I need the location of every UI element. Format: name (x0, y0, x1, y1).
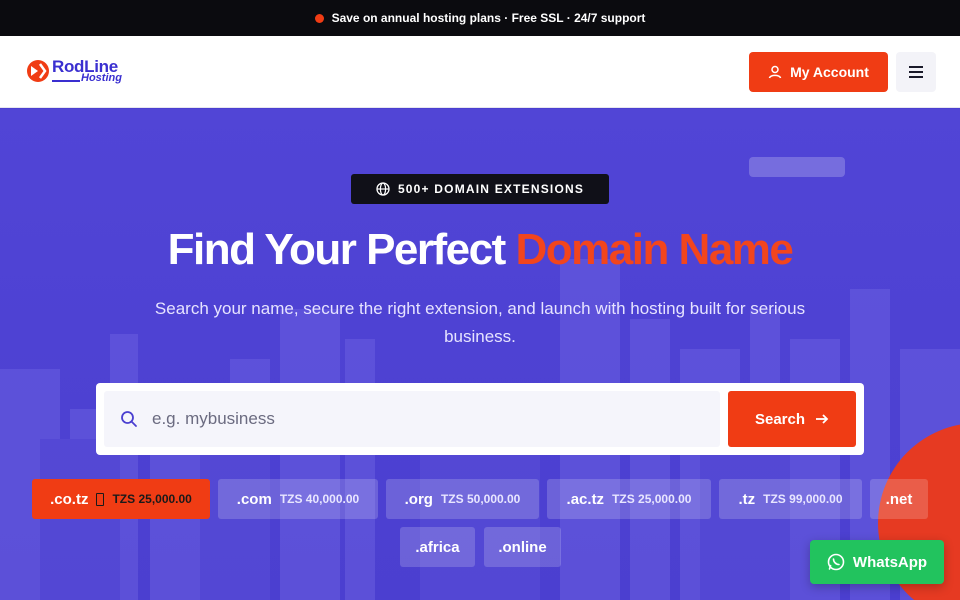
globe-icon (376, 182, 390, 196)
tld-chip-org[interactable]: .org TZS 50,000.00 (386, 479, 539, 519)
hero-subtext: Search your name, secure the right exten… (154, 299, 806, 346)
headline-main: Find Your Perfect (167, 225, 507, 274)
arrow-right-icon (816, 414, 829, 424)
tld-price: TZS 25,000.00 (612, 492, 692, 506)
whatsapp-icon (827, 553, 845, 571)
tld-chip-ac-tz[interactable]: .ac.tz TZS 25,000.00 (547, 479, 711, 519)
headline-accent: Domain Name (515, 225, 793, 274)
badge-label: 500+ DOMAIN EXTENSIONS (397, 182, 585, 196)
logo-mark-icon (27, 60, 49, 82)
tld-ext: .net (885, 490, 913, 508)
tld-ext: .com (236, 490, 272, 508)
domain-extensions-badge: 500+ DOMAIN EXTENSIONS (351, 174, 609, 204)
decorative-pill (749, 157, 845, 177)
logo-tagline: Hosting (81, 72, 122, 84)
search-button[interactable]: Search (728, 391, 856, 447)
whatsapp-label: WhatsApp (852, 553, 928, 571)
my-account-button[interactable]: My Account (749, 52, 888, 92)
logo-underline (52, 80, 80, 82)
my-account-label: My Account (790, 64, 869, 80)
tld-ext: .tz (738, 490, 756, 508)
tld-chip-co-tz[interactable]: .co.tz TZS 25,000.00 (32, 479, 210, 519)
tag-icon (96, 492, 105, 506)
tld-chip-online[interactable]: .online (484, 527, 561, 567)
menu-icon (909, 66, 923, 78)
logo[interactable]: RodLine Hosting (26, 56, 136, 88)
site-header: RodLine Hosting My Account (0, 36, 960, 108)
tld-price: TZS 40,000.00 (279, 492, 360, 506)
alert-dot-icon (314, 13, 324, 23)
tld-chip-africa[interactable]: .africa (400, 527, 475, 567)
tld-ext: .africa (415, 538, 460, 556)
tld-ext: .org (404, 490, 433, 508)
menu-button[interactable] (896, 52, 936, 92)
domain-search-input[interactable] (152, 391, 712, 447)
search-field (104, 391, 720, 447)
hero-section: 500+ DOMAIN EXTENSIONS Find Your Perfect… (0, 109, 960, 600)
tld-ext: .co.tz (50, 490, 89, 508)
tld-price: TZS 50,000.00 (440, 492, 521, 506)
user-icon (768, 65, 782, 79)
tld-price: TZS 99,000.00 (763, 492, 843, 506)
domain-search-form: Search (96, 383, 864, 455)
tld-price: TZS 25,000.00 (112, 492, 192, 506)
tld-ext: .online (498, 538, 547, 556)
hero-headline: Find Your Perfect Domain Name (0, 223, 960, 277)
whatsapp-button[interactable]: WhatsApp (810, 540, 944, 584)
promo-bar: Save on annual hosting plans · Free SSL … (0, 0, 960, 36)
promo-text: Save on annual hosting plans · Free SSL … (331, 11, 646, 25)
tld-ext: .ac.tz (566, 490, 605, 508)
tld-chip-com[interactable]: .com TZS 40,000.00 (218, 479, 378, 519)
tld-chip-net[interactable]: .net (870, 479, 928, 519)
search-icon (121, 411, 137, 427)
tld-chip-tz[interactable]: .tz TZS 99,000.00 (719, 479, 862, 519)
search-button-label: Search (754, 410, 806, 428)
